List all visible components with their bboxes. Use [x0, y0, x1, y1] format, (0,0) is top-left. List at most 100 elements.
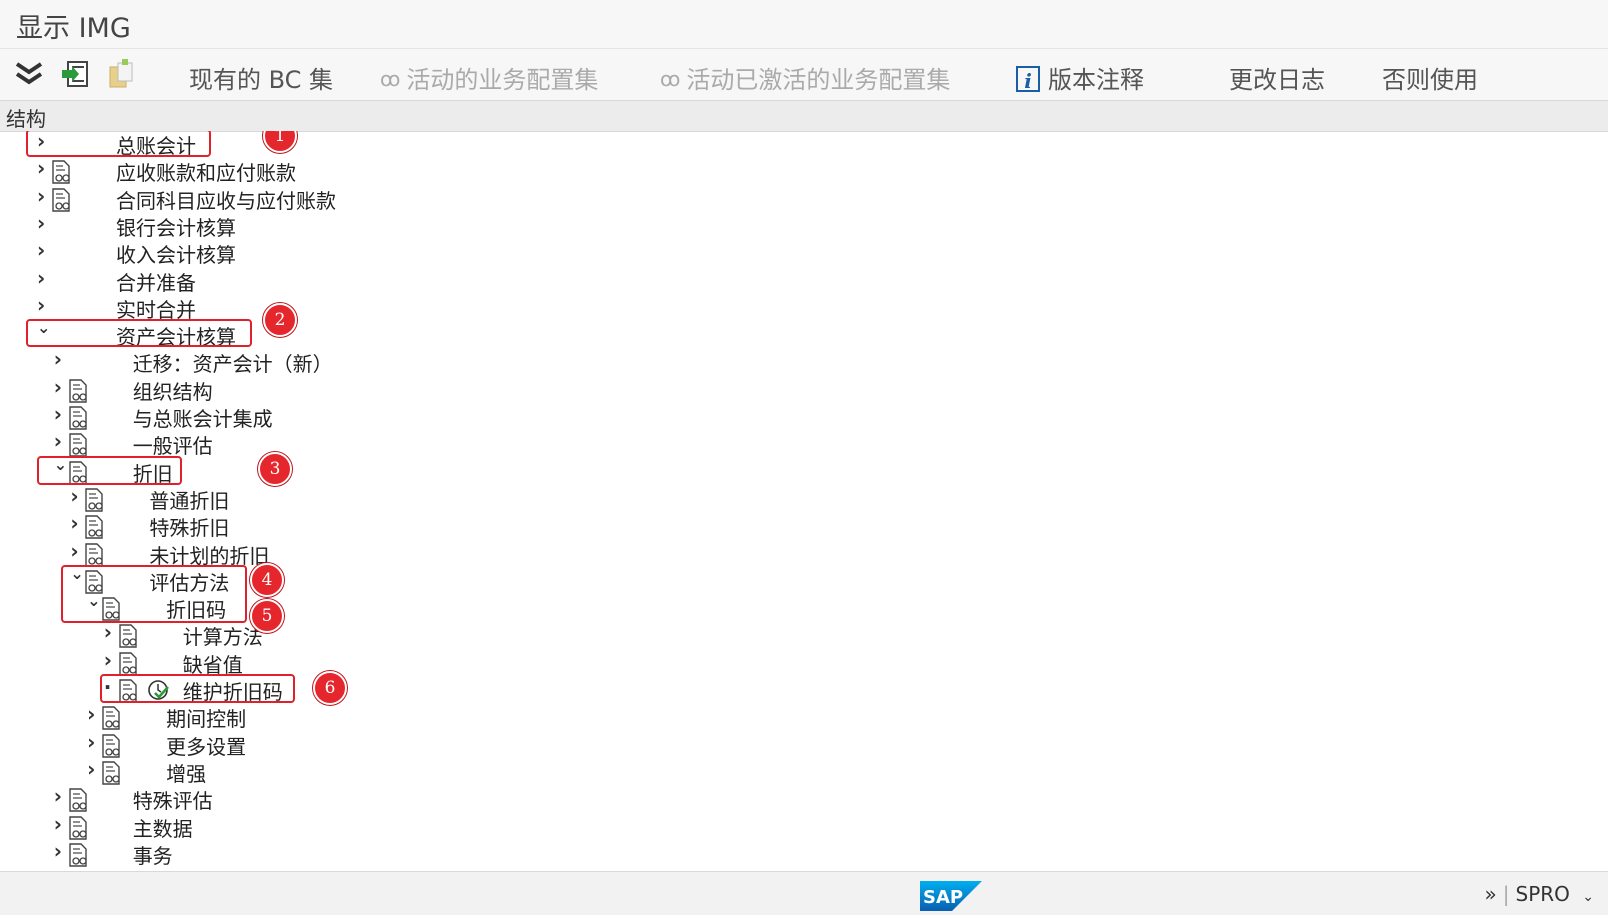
change-log-label: 更改日志 [1229, 66, 1325, 94]
chevron-right-icon[interactable]: › [104, 620, 112, 644]
documentation-icon[interactable] [101, 706, 123, 730]
tree-node[interactable]: › 增强 [0, 757, 700, 786]
tree-node-label: 合同科目应收与应付账款 [116, 188, 336, 213]
tree-node[interactable]: › 与总账会计集成 [0, 402, 700, 431]
chevron-right-icon[interactable]: › [54, 839, 62, 863]
chevron-right-icon[interactable]: › [37, 184, 45, 208]
chevron-right-icon[interactable]: › [70, 539, 78, 563]
tree-node[interactable]: › 迁移：资产会计（新） [0, 347, 700, 377]
annotation-badge: 4 [250, 563, 284, 597]
documentation-icon[interactable] [68, 378, 90, 403]
tree-node-label: 组织结构 [132, 379, 213, 404]
where-used-button[interactable]: 否则使用 [1382, 60, 1478, 95]
documentation-icon[interactable] [84, 515, 106, 539]
tree-node[interactable]: › 银行会计核算 [0, 211, 700, 240]
status-right: » | SPRO ⌄ [1484, 882, 1595, 906]
annotation-badge: 5 [250, 599, 284, 633]
chevron-right-icon[interactable]: › [54, 347, 62, 371]
chevron-right-icon[interactable]: › [104, 648, 112, 672]
documentation-icon[interactable] [68, 406, 90, 430]
chevron-right-icon[interactable]: › [54, 429, 62, 453]
position-icon[interactable] [60, 59, 90, 89]
tree-node[interactable]: › 一般评估 [0, 429, 700, 458]
annotation-badge: 2 [263, 303, 297, 337]
tree-node[interactable]: › 合并准备 [0, 266, 700, 295]
chevron-right-icon[interactable]: › [37, 266, 45, 290]
structure-header-label: 结构 [6, 107, 46, 131]
tree-node-label: 与总账会计集成 [132, 407, 273, 431]
documentation-icon[interactable] [84, 488, 106, 512]
existing-bc-sets-label: 现有的 BC 集 [189, 66, 334, 94]
chevron-right-icon[interactable]: › [54, 375, 62, 399]
tree-node[interactable]: › 特殊折旧 [0, 511, 700, 540]
tree-node[interactable]: › 特殊评估 [0, 784, 700, 814]
active-bc-sets-button[interactable]: ꝏ 活动的业务配置集 [380, 60, 598, 95]
chevron-right-icon[interactable]: › [70, 511, 78, 535]
tree-node[interactable]: › 事务 [0, 839, 700, 868]
overflow-icon[interactable]: » [1485, 882, 1497, 906]
existing-bc-sets-button[interactable]: 现有的 BC 集 [189, 60, 333, 95]
tree-node[interactable]: › 普通折旧 [0, 484, 700, 513]
tree-node-label: 期间控制 [166, 707, 247, 732]
tree-node-label: 更多设置 [166, 734, 247, 759]
chevron-right-icon[interactable]: › [54, 402, 62, 426]
title-bar: 显示 IMG [0, 0, 1608, 48]
documentation-icon[interactable] [118, 651, 140, 676]
svg-text:SAP: SAP [923, 887, 963, 908]
chevron-right-icon[interactable]: › [37, 293, 45, 317]
chevron-right-icon[interactable]: › [37, 211, 45, 235]
bc-set-icon[interactable] [106, 59, 136, 89]
chevron-right-icon[interactable]: › [54, 812, 62, 836]
chevron-right-icon[interactable]: › [70, 484, 78, 508]
tree-node[interactable]: › 主数据 [0, 812, 700, 841]
documentation-icon[interactable] [51, 160, 73, 184]
documentation-icon[interactable] [68, 433, 90, 457]
tree-node[interactable]: › 计算方法 [0, 620, 700, 650]
documentation-icon[interactable] [51, 187, 73, 212]
highlight-box [37, 456, 182, 485]
chevron-right-icon[interactable]: › [37, 156, 45, 180]
chevron-right-icon[interactable]: › [87, 702, 95, 726]
chevron-right-icon[interactable]: › [37, 238, 45, 262]
highlight-box [26, 131, 211, 157]
chevron-right-icon[interactable]: › [87, 730, 95, 754]
tree-node[interactable]: › 组织结构 [0, 375, 700, 404]
documentation-icon[interactable] [68, 788, 90, 812]
tree-node-label: 普通折旧 [149, 488, 230, 513]
tree-node[interactable]: › 应收账款和应付账款 [0, 156, 700, 186]
tree-node-label: 迁移：资产会计（新） [132, 352, 333, 377]
tree-node[interactable]: › 缺省值 [0, 648, 700, 677]
highlight-box [100, 674, 295, 703]
documentation-icon[interactable] [101, 761, 123, 785]
tree-node[interactable]: › 收入会计核算 [0, 238, 700, 267]
tree-node-label: 事务 [132, 843, 173, 868]
documentation-icon[interactable] [101, 733, 123, 758]
tree-node-label: 合并准备 [116, 270, 196, 295]
tree-node[interactable]: › 期间控制 [0, 702, 700, 732]
chevron-down-icon[interactable]: ⌄ [1582, 889, 1594, 905]
tree-node[interactable]: › 实时合并 [0, 293, 700, 322]
status-bar: SAP » | SPRO ⌄ [0, 871, 1608, 915]
tree-node[interactable]: › 未计划的折旧 [0, 539, 700, 568]
tree-node-label: 计算方法 [182, 625, 263, 650]
structure-header: 结构 [0, 100, 1608, 132]
documentation-icon[interactable] [68, 843, 90, 867]
activated-bc-sets-button[interactable]: ꝏ 活动已激活的业务配置集 [660, 60, 950, 95]
img-structure-tree: › 总账会计 › 应收账款和应付账款 › 合同科目应收与应付账款 › 银行会计核算 › 收入会计核… [0, 131, 1608, 871]
documentation-icon[interactable] [84, 542, 106, 567]
expand-all-icon[interactable] [14, 59, 44, 89]
chevron-right-icon[interactable]: › [54, 784, 62, 808]
window-title: 显示 IMG [16, 13, 131, 44]
tree-node-label: 主数据 [132, 816, 193, 841]
glasses-icon: ꝏ [660, 67, 681, 91]
chevron-right-icon[interactable]: › [87, 757, 95, 781]
tree-node-label: 应收账款和应付账款 [116, 161, 296, 186]
change-log-button[interactable]: 更改日志 [1229, 60, 1325, 95]
tree-node-label: 增强 [166, 761, 207, 786]
documentation-icon[interactable] [118, 624, 140, 649]
documentation-icon[interactable] [68, 815, 90, 840]
tree-node[interactable]: › 合同科目应收与应付账款 [0, 184, 700, 213]
release-notes-button[interactable]: i 版本注释 [1016, 60, 1144, 95]
tree-node[interactable]: › 更多设置 [0, 730, 700, 759]
tree-node-label: 特殊评估 [132, 789, 213, 814]
